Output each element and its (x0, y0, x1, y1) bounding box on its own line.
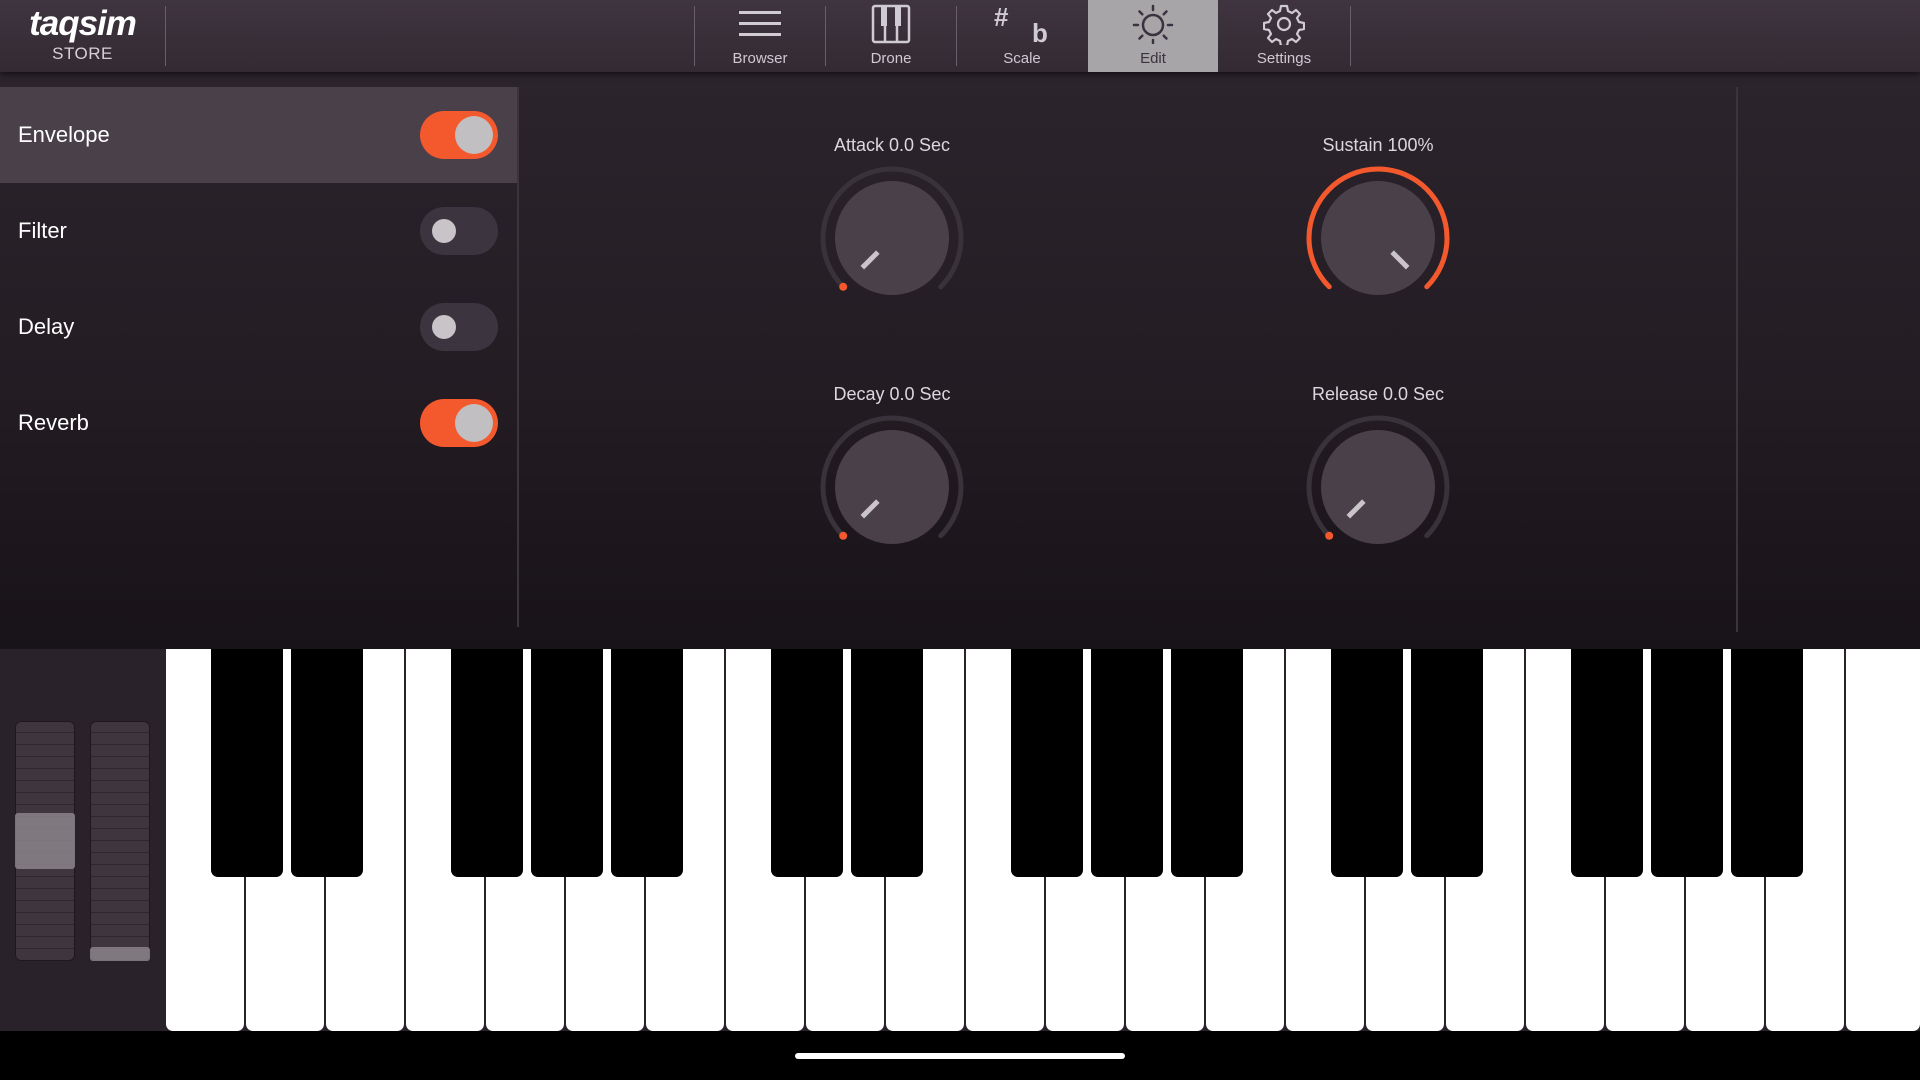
divider (165, 6, 166, 66)
top-bar: taqsim STORE Browser Drone # b Scale Edi… (0, 0, 1920, 72)
filter-toggle[interactable] (420, 207, 498, 255)
store-button[interactable]: taqsim STORE (0, 0, 165, 72)
black-key[interactable] (1091, 649, 1163, 877)
nav-edit-label: Edit (1140, 50, 1166, 67)
piano-keyboard (166, 649, 1920, 1031)
attack-label: Attack 0.0 Sec (833, 135, 951, 155)
modulation-wheel[interactable] (90, 721, 150, 961)
attack-knob[interactable] (817, 163, 967, 313)
effect-label: Envelope (18, 122, 110, 147)
black-key[interactable] (851, 649, 923, 877)
black-key[interactable] (1011, 649, 1083, 877)
release-label: Release 0.0 Sec (1311, 384, 1445, 404)
black-key[interactable] (771, 649, 843, 877)
nav-drone-button[interactable]: Drone (826, 0, 956, 72)
gear-icon (1219, 4, 1349, 45)
app-logo: taqsim (29, 4, 137, 43)
black-key[interactable] (451, 649, 523, 877)
knob-value-dot (839, 282, 848, 291)
effect-label: Reverb (18, 410, 89, 435)
sharp-flat-icon: # b (957, 2, 1087, 48)
reverb-toggle[interactable] (420, 399, 498, 447)
delay-toggle[interactable] (420, 303, 498, 351)
effect-row-reverb[interactable]: Reverb (0, 375, 517, 471)
knob-value-dot (1325, 531, 1334, 540)
nav-browser-button[interactable]: Browser (695, 0, 825, 72)
effect-label: Filter (18, 218, 67, 243)
nav-edit-button[interactable]: Edit (1088, 0, 1218, 72)
toggle-knob (432, 315, 456, 339)
envelope-toggle[interactable] (420, 111, 498, 159)
nav-scale-button[interactable]: # b Scale (957, 0, 1087, 72)
black-key[interactable] (1171, 649, 1243, 877)
nav-browser-label: Browser (732, 50, 788, 67)
store-label: STORE (52, 44, 113, 63)
white-key[interactable] (1846, 649, 1920, 1031)
pitch-wheel-thumb (15, 813, 75, 869)
black-key[interactable] (611, 649, 683, 877)
knob-body (835, 430, 949, 544)
black-key[interactable] (1411, 649, 1483, 877)
nav-drone-label: Drone (870, 50, 912, 67)
keyboard-area (0, 649, 1920, 1031)
black-key[interactable] (211, 649, 283, 877)
knob-body (835, 181, 949, 295)
home-indicator[interactable] (795, 1053, 1125, 1059)
black-key[interactable] (1731, 649, 1803, 877)
flat-glyph: b (1032, 18, 1048, 48)
toggle-knob (432, 219, 456, 243)
toggle-knob (455, 116, 493, 154)
decay-knob[interactable] (817, 412, 967, 562)
nav-settings-label: Settings (1256, 50, 1312, 67)
decay-label: Decay 0.0 Sec (833, 384, 951, 404)
release-control: Release 0.0 Sec (1228, 384, 1528, 584)
decay-control: Decay 0.0 Sec (742, 384, 1042, 584)
effect-row-filter[interactable]: Filter (0, 183, 517, 279)
piano-icon (826, 4, 956, 44)
divider (1736, 87, 1738, 632)
black-key[interactable] (1571, 649, 1643, 877)
pitch-wheel[interactable] (15, 721, 75, 961)
nav-scale-label: Scale (1003, 50, 1041, 67)
home-indicator-area (0, 1031, 1920, 1080)
knob-value-dot (839, 531, 848, 540)
release-knob[interactable] (1303, 412, 1453, 562)
sun-icon (1088, 4, 1218, 44)
effect-label: Delay (18, 314, 75, 339)
toggle-knob (455, 404, 493, 442)
black-key[interactable] (1651, 649, 1723, 877)
divider (1350, 6, 1351, 66)
sustain-knob[interactable] (1303, 163, 1453, 313)
attack-control: Attack 0.0 Sec (742, 135, 1042, 335)
menu-icon (695, 4, 825, 44)
effect-editor: Envelope Filter Delay Reverb Attack 0.0 … (0, 72, 1920, 649)
sharp-glyph: # (994, 2, 1009, 32)
effect-row-delay[interactable]: Delay (0, 279, 517, 375)
sustain-control: Sustain 100% (1228, 135, 1528, 335)
black-key[interactable] (291, 649, 363, 877)
effect-row-envelope[interactable]: Envelope (0, 87, 517, 183)
nav-settings-button[interactable]: Settings (1219, 0, 1349, 72)
black-key[interactable] (1331, 649, 1403, 877)
knob-body (1321, 181, 1435, 295)
sustain-label: Sustain 100% (1322, 135, 1434, 155)
black-key[interactable] (531, 649, 603, 877)
modulation-wheel-thumb (90, 947, 150, 961)
effects-list: Envelope Filter Delay Reverb (0, 87, 519, 627)
knob-body (1321, 430, 1435, 544)
